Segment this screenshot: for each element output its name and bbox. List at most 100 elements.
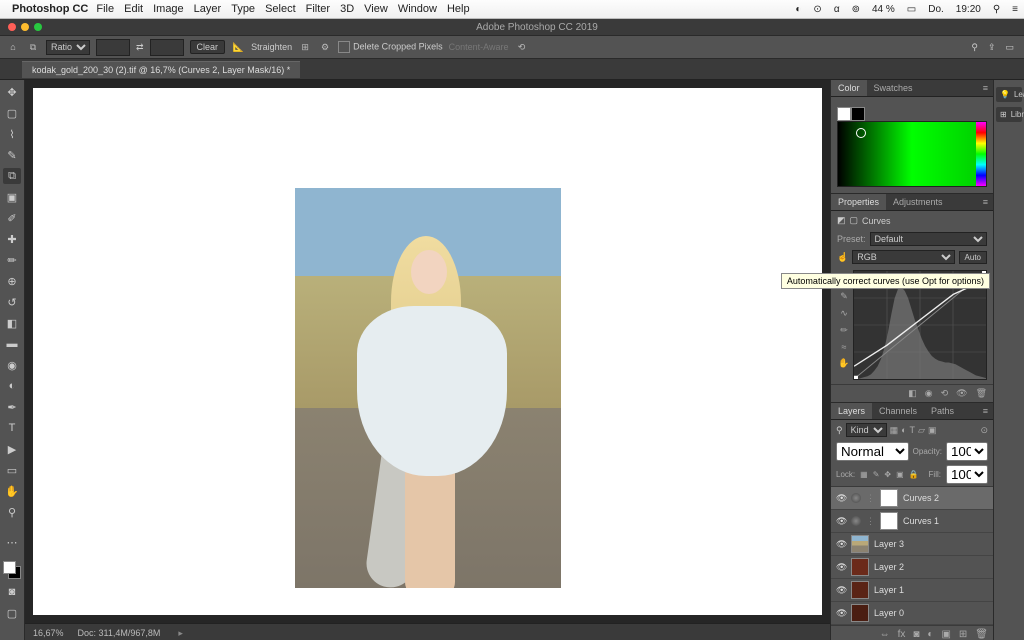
tab-layers[interactable]: Layers	[831, 403, 872, 419]
layer-mask-thumb[interactable]	[880, 489, 898, 507]
panel-menu-icon[interactable]: ≡	[978, 80, 993, 96]
home-icon[interactable]: ⌂	[6, 40, 20, 54]
delete-cropped-checkbox[interactable]	[338, 41, 350, 53]
opacity-select[interactable]: 100%	[946, 442, 988, 461]
layer-name[interactable]: Layer 0	[874, 608, 904, 618]
reset-icon[interactable]: ⟲	[515, 40, 529, 54]
lock-all-icon[interactable]: 🔒	[909, 470, 919, 479]
new-layer-icon[interactable]: ⊞	[959, 629, 967, 640]
workspace-icon[interactable]: ▭	[1005, 42, 1014, 53]
menu-filter[interactable]: Filter	[306, 3, 330, 15]
marquee-tool[interactable]: ▢	[3, 105, 21, 121]
menubar-time[interactable]: 19:20	[956, 4, 981, 15]
filter-type-icon[interactable]: T	[910, 425, 916, 435]
layer-name[interactable]: Curves 1	[903, 516, 939, 526]
zoom-level[interactable]: 16,67%	[33, 628, 64, 638]
blur-tool[interactable]: ◉	[3, 357, 21, 373]
background-color[interactable]	[851, 107, 865, 121]
layer-thumb[interactable]	[851, 604, 869, 622]
brush-tool[interactable]: ✏	[3, 252, 21, 268]
layer-row[interactable]: 👁 Layer 0	[831, 602, 993, 625]
visibility-icon[interactable]: 👁	[836, 608, 846, 619]
menu-3d[interactable]: 3D	[340, 3, 354, 15]
filter-pixel-icon[interactable]: ▦	[890, 425, 899, 436]
share-icon[interactable]: ⇪	[988, 42, 996, 53]
reset-icon[interactable]: ⟲	[941, 388, 949, 399]
close-button[interactable]	[8, 23, 16, 31]
lock-transparency-icon[interactable]: ▦	[860, 470, 868, 479]
preset-select[interactable]: Default	[870, 232, 987, 246]
auto-button[interactable]: Auto	[959, 251, 987, 264]
history-brush-tool[interactable]: ↺	[3, 294, 21, 310]
menu-icon[interactable]: ≡	[1012, 4, 1018, 15]
screen-mode-toggle[interactable]: ▢	[3, 605, 21, 621]
visibility-icon[interactable]: 👁	[956, 388, 967, 399]
minimize-button[interactable]	[21, 23, 29, 31]
lasso-tool[interactable]: ⌇	[3, 126, 21, 142]
hue-slider[interactable]	[976, 122, 986, 186]
clip-icon[interactable]: ◧	[908, 388, 917, 399]
tab-paths[interactable]: Paths	[924, 403, 961, 419]
layer-thumb[interactable]	[851, 535, 869, 553]
gradient-tool[interactable]: ▬	[3, 336, 21, 352]
libraries-panel-button[interactable]: ⊞Libraries	[996, 107, 1022, 122]
path-select-tool[interactable]: ▶	[3, 441, 21, 457]
battery-icon[interactable]: ▭	[907, 4, 916, 15]
layer-mask-thumb[interactable]	[880, 512, 898, 530]
straighten-icon[interactable]: 📐	[231, 40, 245, 54]
lock-paint-icon[interactable]: ✎	[873, 470, 880, 479]
ratio-select[interactable]: Ratio	[46, 40, 90, 55]
document-tab[interactable]: kodak_gold_200_30 (2).tif @ 16,7% (Curve…	[22, 61, 300, 78]
menu-type[interactable]: Type	[231, 3, 255, 15]
view-previous-icon[interactable]: ◉	[925, 388, 933, 399]
status-icon[interactable]: ⊙	[813, 4, 821, 15]
wifi-icon[interactable]: ⊚	[852, 4, 860, 15]
menu-edit[interactable]: Edit	[124, 3, 143, 15]
layer-row[interactable]: 👁 Layer 3	[831, 533, 993, 556]
tab-swatches[interactable]: Swatches	[867, 80, 920, 96]
edit-toolbar[interactable]: ⋯	[3, 534, 21, 550]
zoom-tool[interactable]: ⚲	[3, 504, 21, 520]
tab-color[interactable]: Color	[831, 80, 867, 96]
quick-select-tool[interactable]: ✎	[3, 147, 21, 163]
link-layers-icon[interactable]: ⇔	[880, 629, 890, 640]
hand-tool[interactable]: ✋	[3, 483, 21, 499]
menu-file[interactable]: File	[96, 3, 114, 15]
visibility-icon[interactable]: 👁	[836, 562, 846, 573]
layer-mask-icon[interactable]: ◙	[913, 629, 919, 640]
frame-tool[interactable]: ▣	[3, 189, 21, 205]
swap-icon[interactable]: ⇄	[136, 42, 144, 53]
panel-menu-icon[interactable]: ≡	[978, 403, 993, 419]
hand-icon[interactable]: ✋	[838, 358, 849, 369]
channel-select[interactable]: RGB	[852, 250, 954, 264]
healing-brush-tool[interactable]: ✚	[3, 231, 21, 247]
shape-tool[interactable]: ▭	[3, 462, 21, 478]
menu-select[interactable]: Select	[265, 3, 296, 15]
new-adjustment-icon[interactable]: ◐	[927, 629, 933, 640]
stamp-tool[interactable]: ⊕	[3, 273, 21, 289]
filter-search-icon[interactable]: ⚲	[836, 425, 843, 436]
layer-thumb[interactable]	[851, 581, 869, 599]
eyedropper-tool[interactable]: ✐	[3, 210, 21, 226]
color-swatches[interactable]	[3, 561, 21, 579]
learn-panel-button[interactable]: 💡Learn	[996, 87, 1022, 102]
search-icon[interactable]: ⚲	[971, 42, 978, 53]
move-tool[interactable]: ✥	[3, 84, 21, 100]
lock-position-icon[interactable]: ✥	[884, 470, 891, 479]
visibility-icon[interactable]: 👁	[836, 493, 846, 504]
gear-icon[interactable]: ⚙	[318, 40, 332, 54]
menu-window[interactable]: Window	[398, 3, 437, 15]
color-picker[interactable]	[837, 121, 987, 187]
status-icon[interactable]: α	[834, 4, 840, 15]
menu-help[interactable]: Help	[447, 3, 470, 15]
filter-adj-icon[interactable]: ◐	[901, 425, 906, 435]
visibility-icon[interactable]: 👁	[836, 585, 846, 596]
layer-name[interactable]: Layer 3	[874, 539, 904, 549]
maximize-button[interactable]	[34, 23, 42, 31]
delete-layer-icon[interactable]: 🗑	[975, 629, 988, 640]
lock-artboard-icon[interactable]: ▣	[896, 470, 904, 479]
visibility-icon[interactable]: 👁	[836, 539, 846, 550]
curve-edit-icon[interactable]: ∿	[840, 308, 848, 319]
app-name[interactable]: Photoshop CC	[12, 3, 88, 15]
menu-image[interactable]: Image	[153, 3, 184, 15]
